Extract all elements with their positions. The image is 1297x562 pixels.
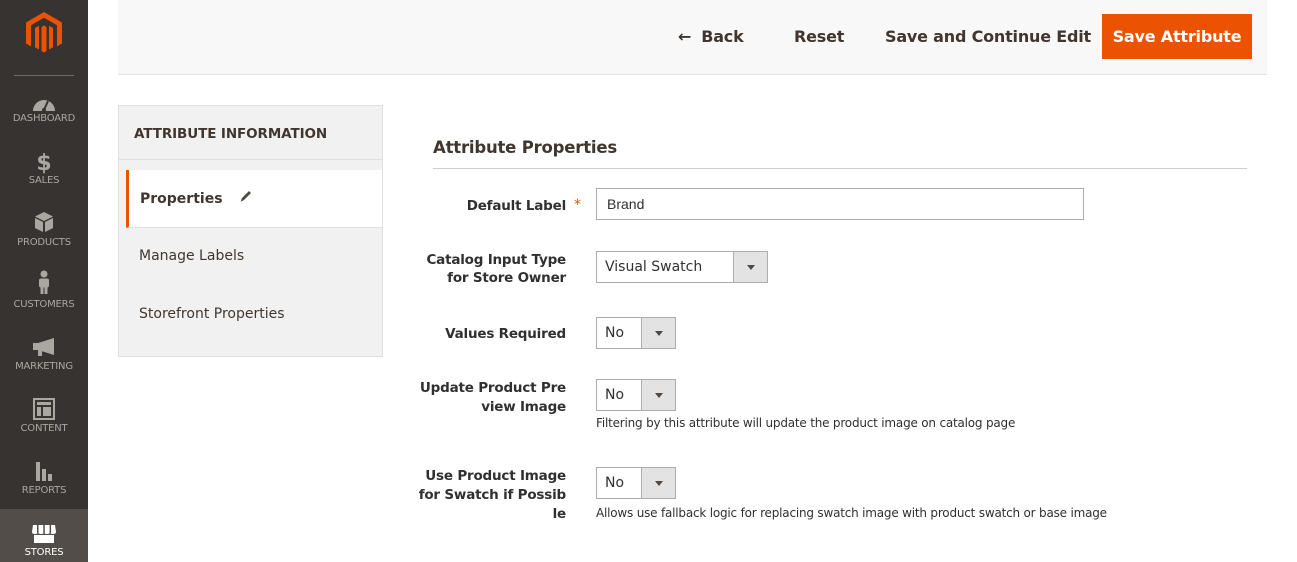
select-value: No: [605, 387, 625, 403]
nav-label: MARKETING: [15, 361, 73, 372]
page-actions-bar: ← Back Reset Save and Continue Edit Save …: [118, 0, 1267, 75]
nav-item-stores[interactable]: STORES: [0, 509, 88, 562]
admin-sidebar: DASHBOARD $ SALES PRODUCTS CUSTOMERS MAR…: [0, 0, 88, 562]
tab-manage-labels[interactable]: Manage Labels: [126, 227, 382, 285]
field-label-line: view Image: [481, 399, 566, 415]
field-label-line: Catalog Input Type: [426, 252, 566, 268]
dollar-icon: $: [36, 150, 52, 176]
chevron-down-icon: [641, 318, 675, 348]
magento-logo[interactable]: [26, 12, 62, 54]
tab-storefront-properties[interactable]: Storefront Properties: [126, 285, 382, 343]
chevron-down-icon: [641, 468, 675, 498]
catalog-input-type-select[interactable]: Visual Swatch: [596, 251, 768, 283]
tab-label: Properties: [140, 191, 223, 207]
select-value: No: [605, 475, 625, 491]
nav-label: STORES: [24, 547, 64, 558]
field-label-line: Update Product Pre: [419, 380, 566, 396]
nav-item-customers[interactable]: CUSTOMERS: [0, 270, 88, 336]
chevron-down-icon: [733, 252, 767, 282]
field-label-line: for Store Owner: [447, 270, 566, 286]
bar-chart-icon: [0, 458, 88, 484]
field-label-line: for Swatch if Possib: [418, 487, 567, 503]
divider: [119, 159, 382, 160]
storefront-icon: [0, 521, 88, 547]
select-value: No: [605, 325, 625, 341]
box-icon: [0, 209, 88, 235]
default-label-input[interactable]: [596, 188, 1084, 220]
nav-item-content[interactable]: CONTENT: [0, 398, 88, 460]
reset-button[interactable]: Reset: [794, 14, 844, 59]
nav-item-dashboard[interactable]: DASHBOARD: [0, 88, 88, 150]
nav-item-products[interactable]: PRODUCTS: [0, 212, 88, 274]
field-label: Default Label: [466, 198, 566, 214]
nav-label: SALES: [28, 175, 60, 186]
values-required-select[interactable]: No: [596, 317, 676, 349]
section-title: Attribute Properties: [433, 138, 617, 157]
pencil-icon: [239, 170, 253, 228]
logo-divider: [14, 75, 74, 76]
nav-label: CONTENT: [20, 423, 68, 434]
use-product-image-select[interactable]: No: [596, 467, 676, 499]
save-and-continue-button[interactable]: Save and Continue Edit: [885, 14, 1091, 59]
back-label: Back: [701, 27, 744, 46]
nav-label: PRODUCTS: [17, 237, 71, 248]
use-product-image-note: Allows use fallback logic for replacing …: [596, 506, 1107, 520]
nav-label: DASHBOARD: [12, 113, 76, 124]
required-asterisk: *: [574, 197, 581, 213]
layout-icon: [0, 396, 88, 422]
nav-label: CUSTOMERS: [13, 299, 75, 310]
save-attribute-button[interactable]: Save Attribute: [1102, 14, 1252, 59]
field-label-line: le: [552, 506, 567, 522]
nav-item-sales[interactable]: $ SALES: [0, 150, 88, 212]
select-value: Visual Swatch: [605, 259, 703, 275]
nav-label: REPORTS: [21, 485, 67, 496]
back-button[interactable]: ← Back: [678, 14, 744, 59]
person-icon: [0, 269, 88, 295]
megaphone-icon: [0, 334, 88, 360]
tabs-title: ATTRIBUTE INFORMATION: [134, 126, 328, 142]
nav-item-marketing[interactable]: MARKETING: [0, 336, 88, 398]
field-label: Values Required: [445, 326, 566, 342]
update-preview-image-note: Filtering by this attribute will update …: [596, 416, 1016, 430]
section-divider: [433, 168, 1247, 169]
arrow-left-icon: ←: [678, 27, 692, 46]
chevron-down-icon: [641, 380, 675, 410]
attribute-information-tabs: ATTRIBUTE INFORMATION Properties Manage …: [118, 105, 383, 357]
update-preview-image-select[interactable]: No: [596, 379, 676, 411]
tab-properties[interactable]: Properties: [126, 170, 382, 228]
field-label-line: Use Product Image: [425, 468, 566, 484]
